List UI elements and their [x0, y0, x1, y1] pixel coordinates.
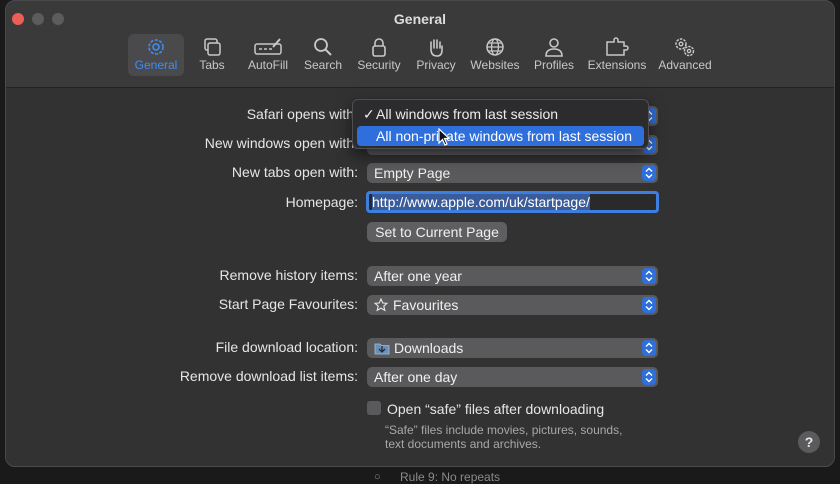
remove-history-label: Remove history items: — [219, 267, 358, 283]
remove-history-value: After one year — [374, 268, 462, 284]
tab-general[interactable]: General — [128, 34, 184, 76]
popup-stepper — [642, 369, 656, 385]
tab-privacy[interactable]: Privacy — [414, 34, 458, 76]
homepage-field[interactable]: http://www.apple.com/uk/startpage/ — [366, 191, 659, 213]
tabs-icon — [204, 38, 221, 56]
lock-icon — [372, 38, 386, 57]
tab-search-label: Search — [303, 58, 343, 72]
mouse-cursor-icon — [438, 128, 451, 146]
open-safe-checkbox[interactable] — [367, 401, 381, 415]
gears-icon — [675, 38, 695, 57]
menu-item-label: All non-private windows from last sessio… — [376, 128, 632, 144]
new-tabs-popup[interactable]: Empty Page — [367, 163, 658, 183]
tab-search[interactable]: Search — [302, 34, 344, 76]
tab-advanced[interactable]: Advanced — [657, 34, 713, 76]
chevron-updown-icon — [645, 371, 653, 383]
preferences-window: General General Tabs AutoFill Search Sec… — [5, 0, 835, 467]
download-location-popup[interactable]: Downloads — [367, 338, 658, 358]
globe-icon — [486, 38, 504, 56]
remove-download-popup[interactable]: After one day — [367, 367, 658, 387]
tab-websites[interactable]: Websites — [468, 34, 522, 76]
chevron-updown-icon — [645, 299, 653, 311]
tab-extensions[interactable]: Extensions — [586, 34, 648, 76]
remove-history-popup[interactable]: After one year — [367, 266, 658, 286]
titlebar: General General Tabs AutoFill Search Sec… — [6, 1, 834, 88]
tab-autofill[interactable]: AutoFill — [244, 34, 292, 76]
preferences-toolbar: General Tabs AutoFill Search Security Pr… — [6, 34, 834, 78]
new-windows-label: New windows open with: — [204, 135, 358, 151]
tab-tabs[interactable]: Tabs — [194, 34, 230, 76]
tab-profiles-label: Profiles — [533, 58, 574, 72]
remove-download-label: Remove download list items: — [179, 368, 358, 384]
start-page-label: Start Page Favourites: — [218, 296, 358, 312]
homepage-value: http://www.apple.com/uk/startpage/ — [372, 194, 590, 210]
menu-item-all-windows[interactable]: ✓ All windows from last session — [357, 104, 644, 124]
safari-opens-menu: ✓ All windows from last session All non-… — [352, 99, 649, 149]
remove-download-value: After one day — [374, 369, 458, 385]
start-page-value: Favourites — [393, 297, 459, 313]
set-current-page-button[interactable]: Set to Current Page — [367, 222, 507, 242]
tab-advanced-label: Advanced — [658, 58, 712, 72]
menu-item-non-private-windows[interactable]: All non-private windows from last sessio… — [357, 126, 644, 146]
start-page-popup[interactable]: Favourites — [367, 295, 658, 315]
background-rule-text: Rule 9: No repeats — [400, 470, 501, 484]
hand-icon — [430, 39, 443, 57]
tab-autofill-label: AutoFill — [247, 58, 288, 72]
tab-privacy-label: Privacy — [416, 58, 456, 72]
checkmark-icon: ✓ — [363, 106, 375, 122]
new-tabs-label: New tabs open with: — [231, 164, 358, 180]
safari-opens-label: Safari opens with: — [246, 106, 358, 122]
puzzle-icon — [606, 37, 629, 56]
open-safe-note: “Safe” files include movies, pictures, s… — [385, 423, 623, 451]
folder-icon — [374, 343, 390, 355]
tab-general-label: General — [134, 58, 178, 72]
open-safe-label: Open “safe” files after downloading — [387, 401, 605, 417]
tab-security[interactable]: Security — [354, 34, 404, 76]
tab-tabs-label: Tabs — [199, 58, 225, 72]
background-search-icon: ○ — [374, 471, 381, 483]
help-button[interactable]: ? — [798, 431, 820, 453]
homepage-label: Homepage: — [285, 194, 358, 210]
search-icon — [314, 38, 332, 56]
tab-websites-label: Websites — [470, 58, 520, 72]
person-icon — [545, 38, 563, 57]
window-title: General — [393, 11, 447, 27]
tab-profiles[interactable]: Profiles — [531, 34, 577, 76]
popup-stepper — [642, 297, 656, 313]
new-tabs-value: Empty Page — [374, 165, 451, 181]
download-location-value: Downloads — [394, 340, 464, 356]
chevron-updown-icon — [645, 342, 653, 354]
chevron-updown-icon — [645, 167, 653, 179]
tab-extensions-label: Extensions — [587, 58, 647, 72]
gear-icon — [148, 39, 164, 55]
menu-item-label: All windows from last session — [376, 106, 559, 122]
popup-stepper — [642, 340, 656, 356]
star-icon — [373, 297, 389, 312]
download-location-label: File download location: — [215, 339, 358, 355]
autofill-icon — [254, 38, 282, 55]
chevron-updown-icon — [645, 270, 653, 282]
popup-stepper — [642, 268, 656, 284]
tab-security-label: Security — [357, 58, 401, 72]
popup-stepper — [642, 165, 656, 181]
